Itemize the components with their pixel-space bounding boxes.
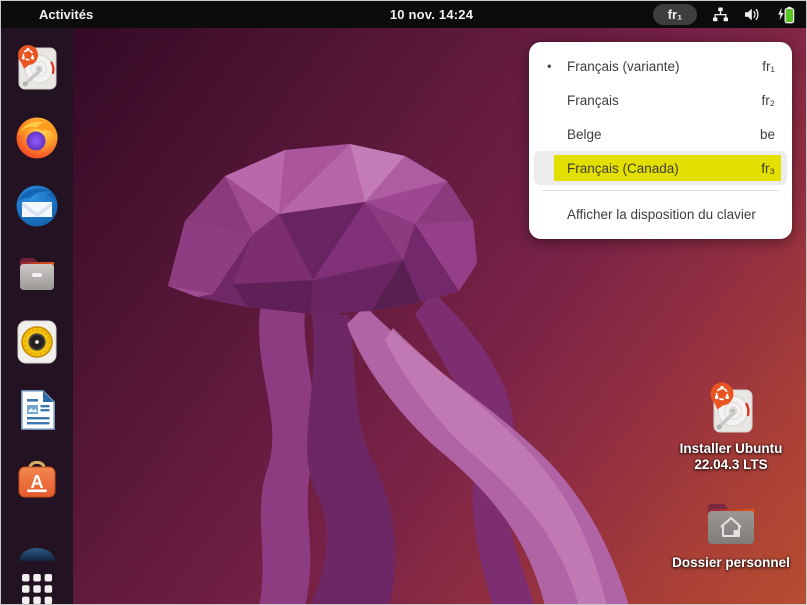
- keyboard-layout-menu: • Français (variante) fr₁ Français fr₂ B…: [529, 42, 792, 239]
- dock: A: [1, 28, 73, 605]
- menu-item-code: be: [760, 127, 775, 142]
- menu-item-label: Français (variante): [567, 59, 680, 74]
- dock-item-show-applications[interactable]: [13, 565, 61, 605]
- desktop-icon-installer[interactable]: Installer Ubuntu 22.04.3 LTS: [671, 380, 791, 473]
- files-icon: [13, 250, 61, 298]
- help-icon: [13, 541, 61, 561]
- menu-separator: [542, 190, 779, 191]
- menu-item-francais-canada[interactable]: Français (Canada) fr₃: [534, 151, 787, 185]
- menu-item-francais-variante[interactable]: • Français (variante) fr₁: [534, 49, 787, 83]
- dock-item-ubuntu-software[interactable]: A: [13, 454, 61, 502]
- desktop-icon-label: Dossier personnel: [671, 555, 791, 571]
- menu-item-belge[interactable]: Belge be: [534, 117, 787, 151]
- menu-item-show-keyboard-layout[interactable]: Afficher la disposition du clavier: [534, 196, 787, 232]
- menu-item-code: fr₁: [762, 59, 775, 74]
- dock-item-help-partial[interactable]: [13, 541, 61, 561]
- menu-footer-label: Afficher la disposition du clavier: [567, 207, 756, 222]
- desktop-icon-label-line2: 22.04.3 LTS: [671, 457, 791, 473]
- battery-charging-icon: [776, 6, 798, 24]
- dock-item-libreoffice-writer[interactable]: [13, 386, 61, 434]
- svg-text:A: A: [31, 472, 44, 492]
- app-grid-icon: [13, 565, 61, 605]
- dock-item-firefox[interactable]: [13, 114, 61, 162]
- thunderbird-icon: [13, 182, 61, 230]
- menu-item-label: Français (Canada): [567, 161, 679, 176]
- menu-item-francais[interactable]: Français fr₂: [534, 83, 787, 117]
- volume-icon: [744, 7, 761, 22]
- dock-item-rhythmbox[interactable]: [13, 318, 61, 366]
- home-folder-icon: [671, 498, 791, 550]
- dock-item-installer[interactable]: [13, 45, 61, 93]
- menu-item-label: Belge: [567, 127, 602, 142]
- network-wired-icon: [712, 7, 729, 22]
- system-status-area[interactable]: fr₁: [653, 1, 798, 28]
- menu-item-label: Français: [567, 93, 619, 108]
- top-bar: Activités 10 nov. 14:24 fr₁: [1, 1, 806, 28]
- ubuntu-software-icon: A: [13, 454, 61, 502]
- desktop-icon-label: Installer Ubuntu: [671, 441, 791, 457]
- dock-item-thunderbird[interactable]: [13, 182, 61, 230]
- menu-item-code: fr₃: [761, 161, 775, 176]
- ubuntu-desktop: Installer Ubuntu 22.04.3 LTS: [0, 0, 807, 605]
- rhythmbox-icon: [13, 318, 61, 366]
- desktop-icon-home-folder[interactable]: Dossier personnel: [671, 498, 791, 571]
- firefox-icon: [13, 114, 61, 162]
- clock[interactable]: 10 nov. 14:24: [390, 1, 473, 28]
- dock-item-files[interactable]: [13, 250, 61, 298]
- activities-button[interactable]: Activités: [39, 1, 93, 28]
- ubuntu-installer-icon: [13, 45, 61, 93]
- selected-bullet-icon: •: [547, 59, 552, 74]
- ubuntu-installer-disk-icon: [671, 380, 791, 436]
- libreoffice-writer-icon: [13, 386, 61, 434]
- menu-item-code: fr₂: [762, 93, 776, 108]
- keyboard-layout-indicator[interactable]: fr₁: [653, 4, 697, 25]
